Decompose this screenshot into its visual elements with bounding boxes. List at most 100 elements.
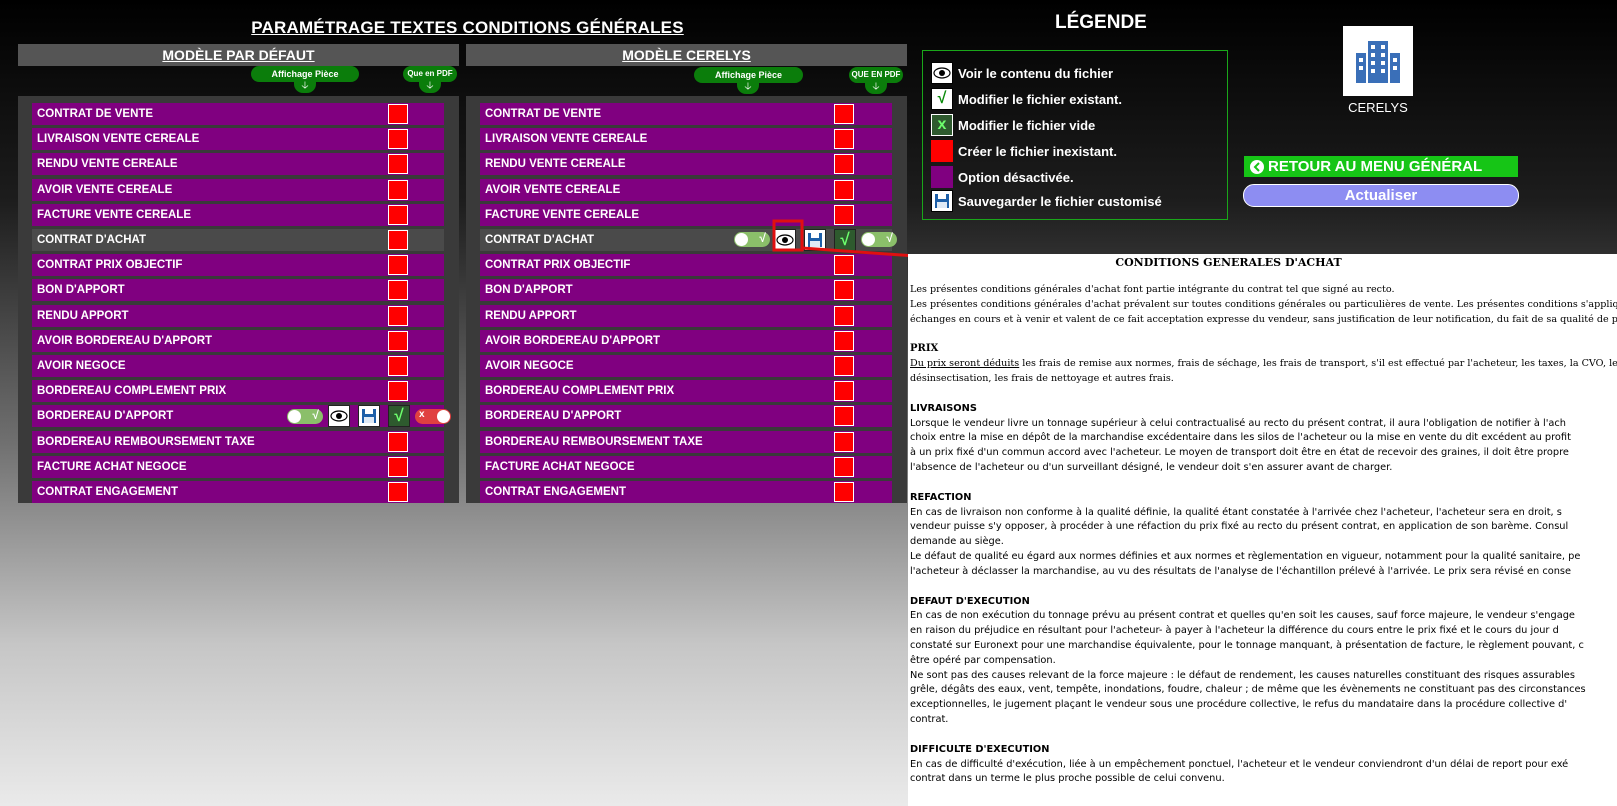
legend-create-label: Créer le fichier inexistant. [958,143,1117,159]
default-row[interactable]: FACTURE VENTE CEREALE [32,204,444,226]
default-row[interactable]: AVOIR NEGOCE [32,355,444,377]
cerelys-create-button[interactable] [834,406,854,426]
cerelys-row[interactable]: FACTURE ACHAT NEGOCE [480,456,892,478]
cerelys-row-label: RENDU APPORT [485,310,577,322]
cerelys-row[interactable]: AVOIR BORDEREAU D'APPORT [480,330,892,352]
default-create-button[interactable] [388,280,408,300]
default-row[interactable]: CONTRAT PRIX OBJECTIF [32,254,444,276]
refresh-button[interactable]: Actualiser [1243,184,1519,207]
default-create-button[interactable] [388,230,408,250]
default-row[interactable]: BORDEREAU COMPLEMENT PRIX [32,380,444,402]
default-affichage-down-icon: 🡣 [294,81,316,93]
default-create-button[interactable] [388,104,408,124]
cerelys-create-button[interactable] [834,381,854,401]
legend-modify-existing: √ Modifier le fichier existant. [931,87,1122,111]
cerelys-create-button[interactable] [834,432,854,452]
default-row-label: CONTRAT PRIX OBJECTIF [37,259,183,271]
default-view-button[interactable] [328,405,350,427]
default-row-label: LIVRAISON VENTE CEREALE [37,133,200,145]
doc-livraisons-line: l'absence de l'acheteur ou d'un surveill… [910,461,1393,473]
default-row[interactable]: BORDEREAU REMBOURSEMENT TAXE [32,431,444,453]
legend-view: Voir le contenu du fichier [931,61,1113,85]
default-create-button[interactable] [388,331,408,351]
doc-refaction-line: En cas de livraison non conforme à la qu… [910,506,1562,518]
default-model-panel: MODÈLE PAR DÉFAUT Affichage Pièce 🡣 Que … [18,44,459,503]
default-create-button[interactable] [388,432,408,452]
default-row[interactable]: AVOIR BORDEREAU D'APPORT [32,330,444,352]
default-create-button[interactable] [388,457,408,477]
cerelys-row-label: LIVRAISON VENTE CEREALE [485,133,648,145]
default-create-button[interactable] [388,381,408,401]
toggle-check-icon: √ [312,408,319,422]
default-display-toggle[interactable]: √ [287,408,323,424]
default-row-label: AVOIR BORDEREAU D'APPORT [37,335,213,347]
default-create-button[interactable] [388,154,408,174]
default-save-button[interactable] [358,405,380,427]
default-row[interactable]: CONTRAT ENGAGEMENT [32,481,444,503]
default-create-button[interactable] [388,180,408,200]
cerelys-row[interactable]: CONTRAT ENGAGEMENT [480,481,892,503]
cerelys-create-button[interactable] [834,104,854,124]
default-create-button[interactable] [388,129,408,149]
logo-name: CERELYS [1348,100,1408,115]
cerelys-create-button[interactable] [834,331,854,351]
doc-defaut-line: grêle, dégâts des eaux, vent, tempête, i… [910,684,1586,696]
page-title: PARAMÉTRAGE TEXTES CONDITIONS GÉNÉRALES [251,18,684,37]
default-row[interactable]: FACTURE ACHAT NEGOCE [32,456,444,478]
cerelys-row[interactable]: CONTRAT DE VENTE [480,103,892,125]
default-modify-button[interactable]: √ [388,405,410,427]
cerelys-display-toggle[interactable]: √ [734,231,770,247]
default-row[interactable]: CONTRAT DE VENTE [32,103,444,125]
default-row[interactable]: AVOIR VENTE CEREALE [32,179,444,201]
default-pdf-toggle[interactable]: x [415,409,451,424]
cerelys-row[interactable]: BORDEREAU COMPLEMENT PRIX [480,380,892,402]
default-row[interactable]: RENDU VENTE CEREALE [32,153,444,175]
cerelys-row-label: RENDU VENTE CEREALE [485,158,626,170]
cerelys-create-button[interactable] [834,129,854,149]
default-row-label: BORDEREAU D'APPORT [37,410,174,422]
cerelys-create-button[interactable] [834,356,854,376]
default-row[interactable]: BORDEREAU D'APPORT [32,405,444,427]
default-row[interactable]: RENDU APPORT [32,305,444,327]
cerelys-row-label: FACTURE ACHAT NEGOCE [485,461,635,473]
doc-livraisons-line: à un prix fixé d'un commun accord avec l… [910,447,1569,459]
doc-livraisons-line: Lorsque le vendeur livre un tonnage supé… [910,417,1567,429]
cerelys-row-label: BORDEREAU REMBOURSEMENT TAXE [485,436,703,448]
default-row[interactable]: BON D'APPORT [32,279,444,301]
default-row[interactable]: LIVRAISON VENTE CEREALE [32,128,444,150]
default-create-button[interactable] [388,255,408,275]
cerelys-row[interactable]: BON D'APPORT [480,279,892,301]
default-create-button[interactable] [388,205,408,225]
default-row[interactable]: CONTRAT D'ACHAT [32,229,444,251]
default-row-label: BORDEREAU REMBOURSEMENT TAXE [37,436,255,448]
cerelys-create-button[interactable] [834,482,854,502]
doc-defaut-line: contrat. [910,713,949,725]
cerelys-create-button[interactable] [834,306,854,326]
cerelys-row[interactable]: RENDU VENTE CEREALE [480,153,892,175]
default-row-label: FACTURE ACHAT NEGOCE [37,461,187,473]
default-row-label: BORDEREAU COMPLEMENT PRIX [37,385,227,397]
default-row-label: RENDU VENTE CEREALE [37,158,178,170]
cerelys-create-button[interactable] [834,280,854,300]
cerelys-row-label: AVOIR VENTE CEREALE [485,184,621,196]
cerelys-row[interactable]: AVOIR NEGOCE [480,355,892,377]
doc-prix-1: Du prix seront déduits les frais de remi… [910,357,1617,372]
default-create-button[interactable] [388,306,408,326]
back-to-menu-button[interactable]: RETOUR AU MENU GÉNÉRAL [1244,156,1518,177]
cerelys-row[interactable]: RENDU APPORT [480,305,892,327]
cerelys-create-button[interactable] [834,154,854,174]
legend-disabled: Option désactivée. [931,165,1074,189]
legend-save-label: Sauvegarder le fichier customisé [958,193,1162,209]
default-create-button[interactable] [388,356,408,376]
cerelys-row-label: BORDEREAU COMPLEMENT PRIX [485,385,675,397]
doc-prix-1-rest: les frais de remise aux normes, frais de… [1019,358,1617,370]
cerelys-create-button[interactable] [834,180,854,200]
cerelys-row[interactable]: LIVRAISON VENTE CEREALE [480,128,892,150]
default-create-button[interactable] [388,482,408,502]
cerelys-row[interactable]: BORDEREAU REMBOURSEMENT TAXE [480,431,892,453]
cerelys-row[interactable]: AVOIR VENTE CEREALE [480,179,892,201]
cerelys-create-button[interactable] [834,457,854,477]
eye-icon [330,410,348,422]
cerelys-row[interactable]: BORDEREAU D'APPORT [480,405,892,427]
default-row-label: CONTRAT DE VENTE [37,108,154,120]
